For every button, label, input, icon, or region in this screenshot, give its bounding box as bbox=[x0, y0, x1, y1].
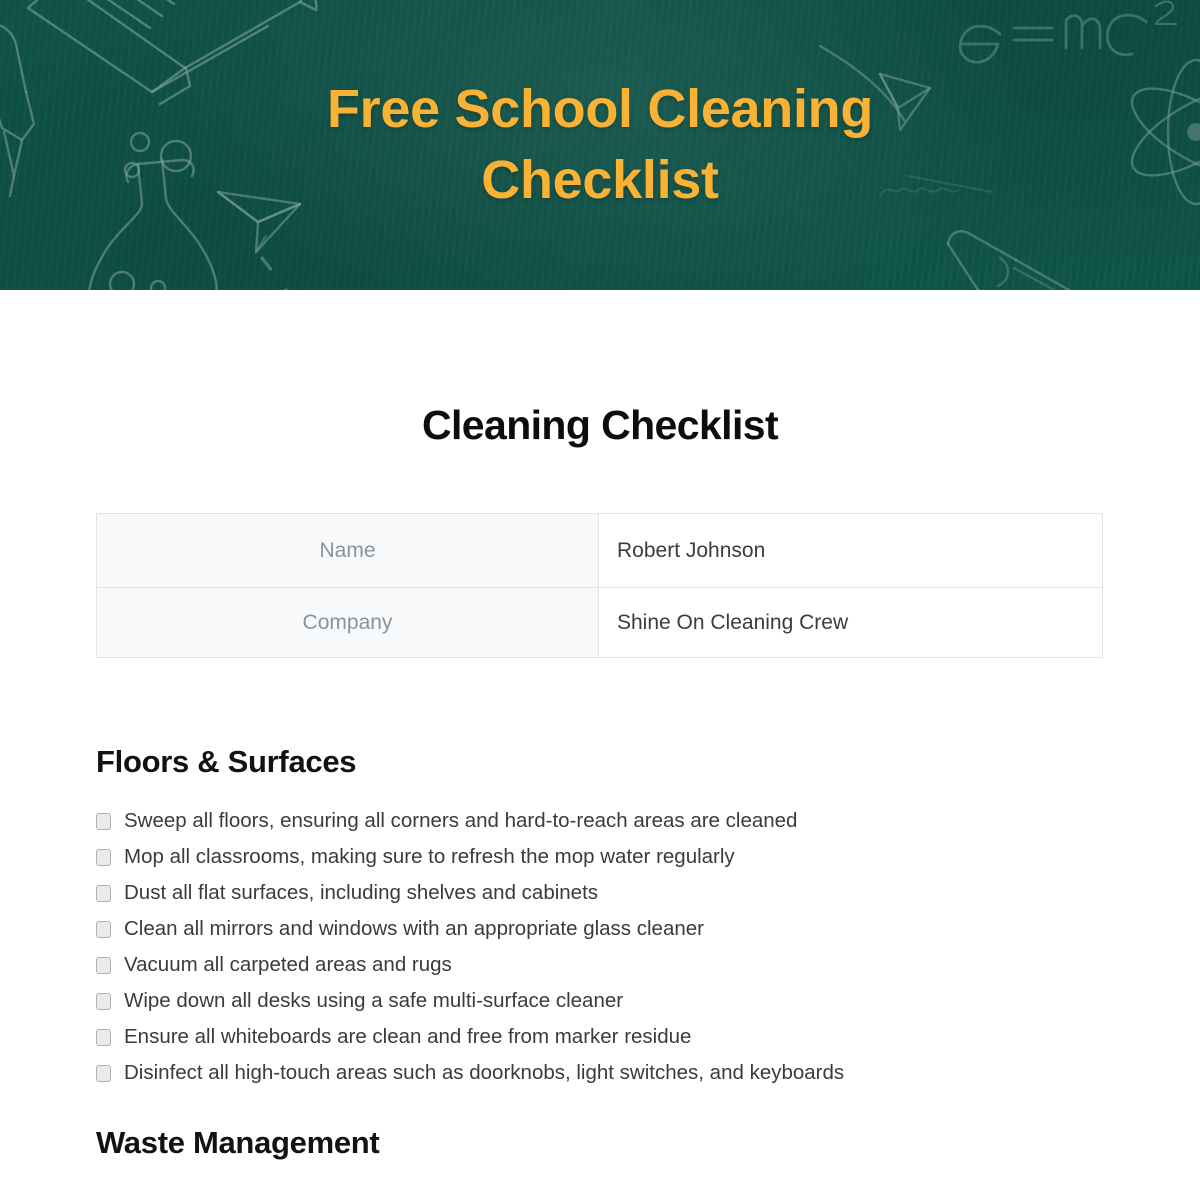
list-item[interactable]: Vacuum all carpeted areas and rugs bbox=[96, 947, 1104, 983]
emc2-formula-doodle bbox=[958, 0, 1178, 64]
info-value-company[interactable]: Shine On Cleaning Crew bbox=[598, 587, 1103, 658]
info-table: Name Robert Johnson Company Shine On Cle… bbox=[96, 513, 1103, 658]
list-item[interactable]: Wipe down all desks using a safe multi-s… bbox=[96, 983, 1104, 1019]
checkbox-icon[interactable] bbox=[96, 884, 111, 902]
checklist-item-label: Vacuum all carpeted areas and rugs bbox=[124, 952, 452, 976]
list-item[interactable]: Sweep all floors, ensuring all corners a… bbox=[96, 803, 1104, 839]
checklist-item-label: Ensure all whiteboards are clean and fre… bbox=[124, 1024, 692, 1048]
list-item[interactable]: Mop all classrooms, making sure to refre… bbox=[96, 839, 1104, 875]
pencil-doodle-2 bbox=[946, 230, 1072, 290]
checkbox-icon[interactable] bbox=[96, 992, 111, 1010]
info-value-name[interactable]: Robert Johnson bbox=[598, 513, 1103, 588]
section-title: Waste Management bbox=[96, 1125, 380, 1160]
page-title: Cleaning Checklist bbox=[421, 402, 779, 448]
checklist-item-label: Sweep all floors, ensuring all corners a… bbox=[124, 808, 798, 832]
document-body: Cleaning Checklist Name Robert Johnson C… bbox=[0, 402, 1200, 1161]
checklist-item-label: Disinfect all high-touch areas such as d… bbox=[124, 1060, 845, 1084]
list-item[interactable]: Disinfect all high-touch areas such as d… bbox=[96, 1055, 1104, 1091]
checkbox-icon[interactable] bbox=[96, 848, 111, 866]
table-row: Company Shine On Cleaning Crew bbox=[96, 587, 1103, 658]
info-label-company: Company bbox=[96, 587, 599, 658]
checklist-item-label: Mop all classrooms, making sure to refre… bbox=[124, 844, 735, 868]
checklist-page: Free School Cleaning Checklist Cleaning … bbox=[0, 0, 1200, 1200]
header-banner: Free School Cleaning Checklist bbox=[0, 0, 1200, 290]
checklist-item-label: Wipe down all desks using a safe multi-s… bbox=[124, 988, 624, 1012]
checkbox-icon[interactable] bbox=[96, 956, 111, 974]
checkbox-icon[interactable] bbox=[96, 1064, 111, 1082]
checklist-floors-surfaces: Sweep all floors, ensuring all corners a… bbox=[96, 803, 1104, 1091]
list-item[interactable]: Dust all flat surfaces, including shelve… bbox=[96, 875, 1104, 911]
section-floors-surfaces: Floors & Surfaces Sweep all floors, ensu… bbox=[96, 744, 1104, 1091]
checklist-item-label: Clean all mirrors and windows with an ap… bbox=[124, 916, 704, 940]
list-item[interactable]: Ensure all whiteboards are clean and fre… bbox=[96, 1019, 1104, 1055]
banner-title: Free School Cleaning Checklist bbox=[326, 79, 874, 211]
checkbox-icon[interactable] bbox=[96, 1028, 111, 1046]
checkbox-icon[interactable] bbox=[96, 920, 111, 938]
section-waste-management: Waste Management bbox=[96, 1125, 1104, 1161]
info-label-name: Name bbox=[96, 513, 599, 588]
table-row: Name Robert Johnson bbox=[96, 513, 1103, 588]
checklist-item-label: Dust all flat surfaces, including shelve… bbox=[124, 880, 599, 904]
section-title: Floors & Surfaces bbox=[96, 744, 357, 779]
checkbox-icon[interactable] bbox=[96, 812, 111, 830]
list-item[interactable]: Clean all mirrors and windows with an ap… bbox=[96, 911, 1104, 947]
